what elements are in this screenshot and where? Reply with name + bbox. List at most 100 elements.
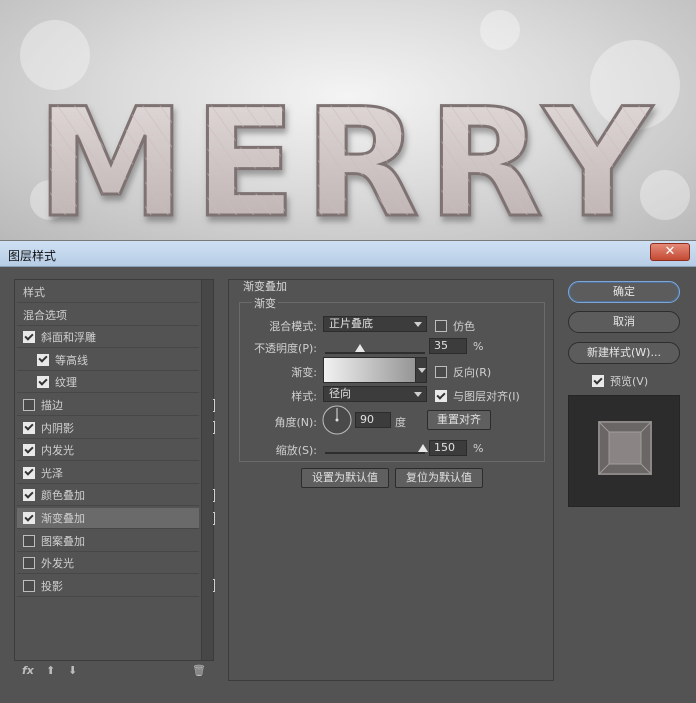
reset-alignment-button[interactable]: 重置对齐 — [427, 410, 491, 430]
angle-dial[interactable] — [321, 404, 353, 436]
scale-slider-track[interactable] — [325, 452, 425, 454]
style-checkbox[interactable] — [23, 466, 35, 479]
preview-checkbox[interactable] — [592, 375, 604, 387]
reverse-checkbox[interactable] — [435, 366, 447, 378]
dither-label: 仿色 — [453, 320, 475, 333]
style-list-item-label: 斜面和浮雕 — [41, 331, 96, 345]
merry-text-pattern: MERRY — [36, 77, 659, 240]
style-list-item[interactable]: 等高线 — [17, 350, 199, 371]
style-list-item[interactable]: 内阴影+ — [17, 418, 215, 439]
layer-style-dialog: 图层样式 ✕ 样式混合选项斜面和浮雕等高线纹理描边+内阴影+ 内发光光泽颜色叠加+… — [0, 240, 696, 703]
styles-list: 样式混合选项斜面和浮雕等高线纹理描边+内阴影+ 内发光光泽颜色叠加+渐变叠加+ 图案… — [14, 279, 215, 661]
align-with-layer-label: 与图层对齐(I) — [453, 390, 520, 403]
chevron-down-icon — [414, 322, 422, 327]
style-select[interactable]: 径向 — [323, 386, 427, 402]
scale-unit: % — [473, 442, 484, 455]
style-list-item-label: 纹理 — [55, 376, 77, 390]
style-list-item[interactable]: 内发光 — [17, 440, 199, 462]
style-list-item-label: 光泽 — [41, 466, 63, 480]
style-list-item[interactable]: 投影+ — [17, 576, 215, 597]
style-checkbox[interactable] — [23, 489, 35, 502]
style-checkbox[interactable] — [23, 421, 35, 434]
opacity-label: 不透明度(P): — [254, 342, 317, 355]
blend-mode-value: 正片叠底 — [329, 317, 373, 330]
style-list-item[interactable]: 混合选项 — [17, 305, 199, 326]
blend-mode-label: 混合模式: — [269, 320, 317, 333]
style-list-item[interactable]: 样式 — [17, 282, 199, 303]
new-style-button[interactable]: 新建样式(W)... — [568, 342, 680, 364]
gradient-picker-dropdown[interactable] — [415, 357, 427, 383]
set-as-default-button[interactable]: 设置为默认值 — [301, 468, 389, 488]
cancel-button[interactable]: 取消 — [568, 311, 680, 333]
style-checkbox[interactable] — [37, 353, 49, 366]
angle-input[interactable]: 90 — [355, 412, 391, 428]
style-checkbox[interactable] — [23, 534, 35, 547]
blend-mode-select[interactable]: 正片叠底 — [323, 316, 427, 332]
fx-icon[interactable]: fx — [22, 664, 34, 677]
reverse-label: 反向(R) — [453, 366, 492, 379]
trash-icon[interactable]: 🗑 — [192, 664, 206, 677]
styles-list-scrollbar[interactable] — [201, 280, 213, 660]
dither-checkbox-row[interactable]: 仿色 — [435, 318, 475, 334]
close-button[interactable]: ✕ — [650, 243, 690, 261]
style-list-item[interactable]: 外发光 — [17, 553, 199, 575]
opacity-input[interactable]: 35 — [429, 338, 467, 354]
style-checkbox[interactable] — [23, 557, 35, 570]
section-title: 渐变叠加 — [243, 280, 287, 293]
style-list-item[interactable]: 纹理 — [17, 372, 199, 394]
preview-checkbox-row[interactable]: 预览(V) — [592, 373, 648, 389]
scale-input[interactable]: 150 — [429, 440, 467, 456]
angle-unit: 度 — [395, 416, 406, 429]
style-preview-box — [568, 395, 680, 507]
style-list-item-label: 颜色叠加 — [41, 489, 85, 503]
style-checkbox[interactable] — [23, 331, 35, 344]
gradient-swatch[interactable] — [323, 357, 427, 383]
chevron-down-icon — [418, 368, 426, 373]
document-canvas: MERRY MERRY — [0, 0, 696, 240]
style-list-item[interactable]: 渐变叠加+ — [17, 508, 215, 529]
style-list-item-label: 图案叠加 — [41, 534, 85, 548]
style-value: 径向 — [329, 387, 351, 400]
style-checkbox[interactable] — [23, 444, 35, 457]
scale-slider-thumb[interactable] — [418, 444, 428, 452]
ok-button[interactable]: 确定 — [568, 281, 680, 303]
preview-label: 预览(V) — [610, 375, 649, 388]
dither-checkbox[interactable] — [435, 320, 447, 332]
style-list-item-label: 外发光 — [41, 557, 74, 571]
styles-list-footer: fx ⬆ ⬇ 🗑 — [14, 661, 214, 681]
align-checkbox-row[interactable]: 与图层对齐(I) — [435, 388, 520, 404]
style-list-item-label: 描边 — [41, 399, 63, 412]
style-list-item[interactable]: 斜面和浮雕 — [17, 327, 199, 349]
reset-to-default-button[interactable]: 复位为默认值 — [395, 468, 483, 488]
move-up-icon[interactable]: ⬆ — [46, 664, 55, 677]
style-list-item-label: 内阴影 — [41, 421, 74, 435]
style-checkbox[interactable] — [37, 376, 49, 389]
merry-art-text: MERRY MERRY — [35, 76, 659, 241]
scale-label: 缩放(S): — [275, 444, 317, 457]
style-list-item[interactable]: 图案叠加 — [17, 531, 199, 552]
reverse-checkbox-row[interactable]: 反向(R) — [435, 364, 491, 380]
style-list-item-label: 渐变叠加 — [41, 512, 85, 525]
style-preview-thumbnail — [598, 421, 652, 475]
align-with-layer-checkbox[interactable] — [435, 390, 447, 402]
style-list-item-label: 混合选项 — [23, 308, 67, 322]
style-list-item-label: 内发光 — [41, 444, 74, 458]
style-list-item[interactable]: 描边+ — [17, 395, 215, 416]
style-checkbox[interactable] — [23, 399, 35, 411]
angle-label: 角度(N): — [274, 416, 317, 429]
dialog-title: 图层样式 — [8, 249, 57, 263]
style-checkbox[interactable] — [23, 512, 35, 524]
dialog-titlebar[interactable]: 图层样式 ✕ — [0, 241, 696, 267]
opacity-slider-track[interactable] — [325, 352, 425, 354]
style-list-item[interactable]: 颜色叠加+ — [17, 485, 215, 507]
style-list-item[interactable]: 光泽 — [17, 463, 199, 484]
group-title: 渐变 — [252, 295, 278, 311]
style-checkbox[interactable] — [23, 579, 35, 592]
style-list-item-label: 样式 — [23, 286, 45, 299]
gradient-label: 渐变: — [291, 366, 317, 379]
move-down-icon[interactable]: ⬇ — [68, 664, 77, 677]
opacity-slider-thumb[interactable] — [355, 344, 365, 352]
gradient-overlay-panel: 渐变叠加 渐变 混合模式: 正片叠底 仿色 不透明度(P): 35 % 渐变: … — [228, 279, 554, 681]
style-list-item-label: 等高线 — [55, 353, 88, 367]
style-list-item-label: 投影 — [41, 579, 63, 593]
